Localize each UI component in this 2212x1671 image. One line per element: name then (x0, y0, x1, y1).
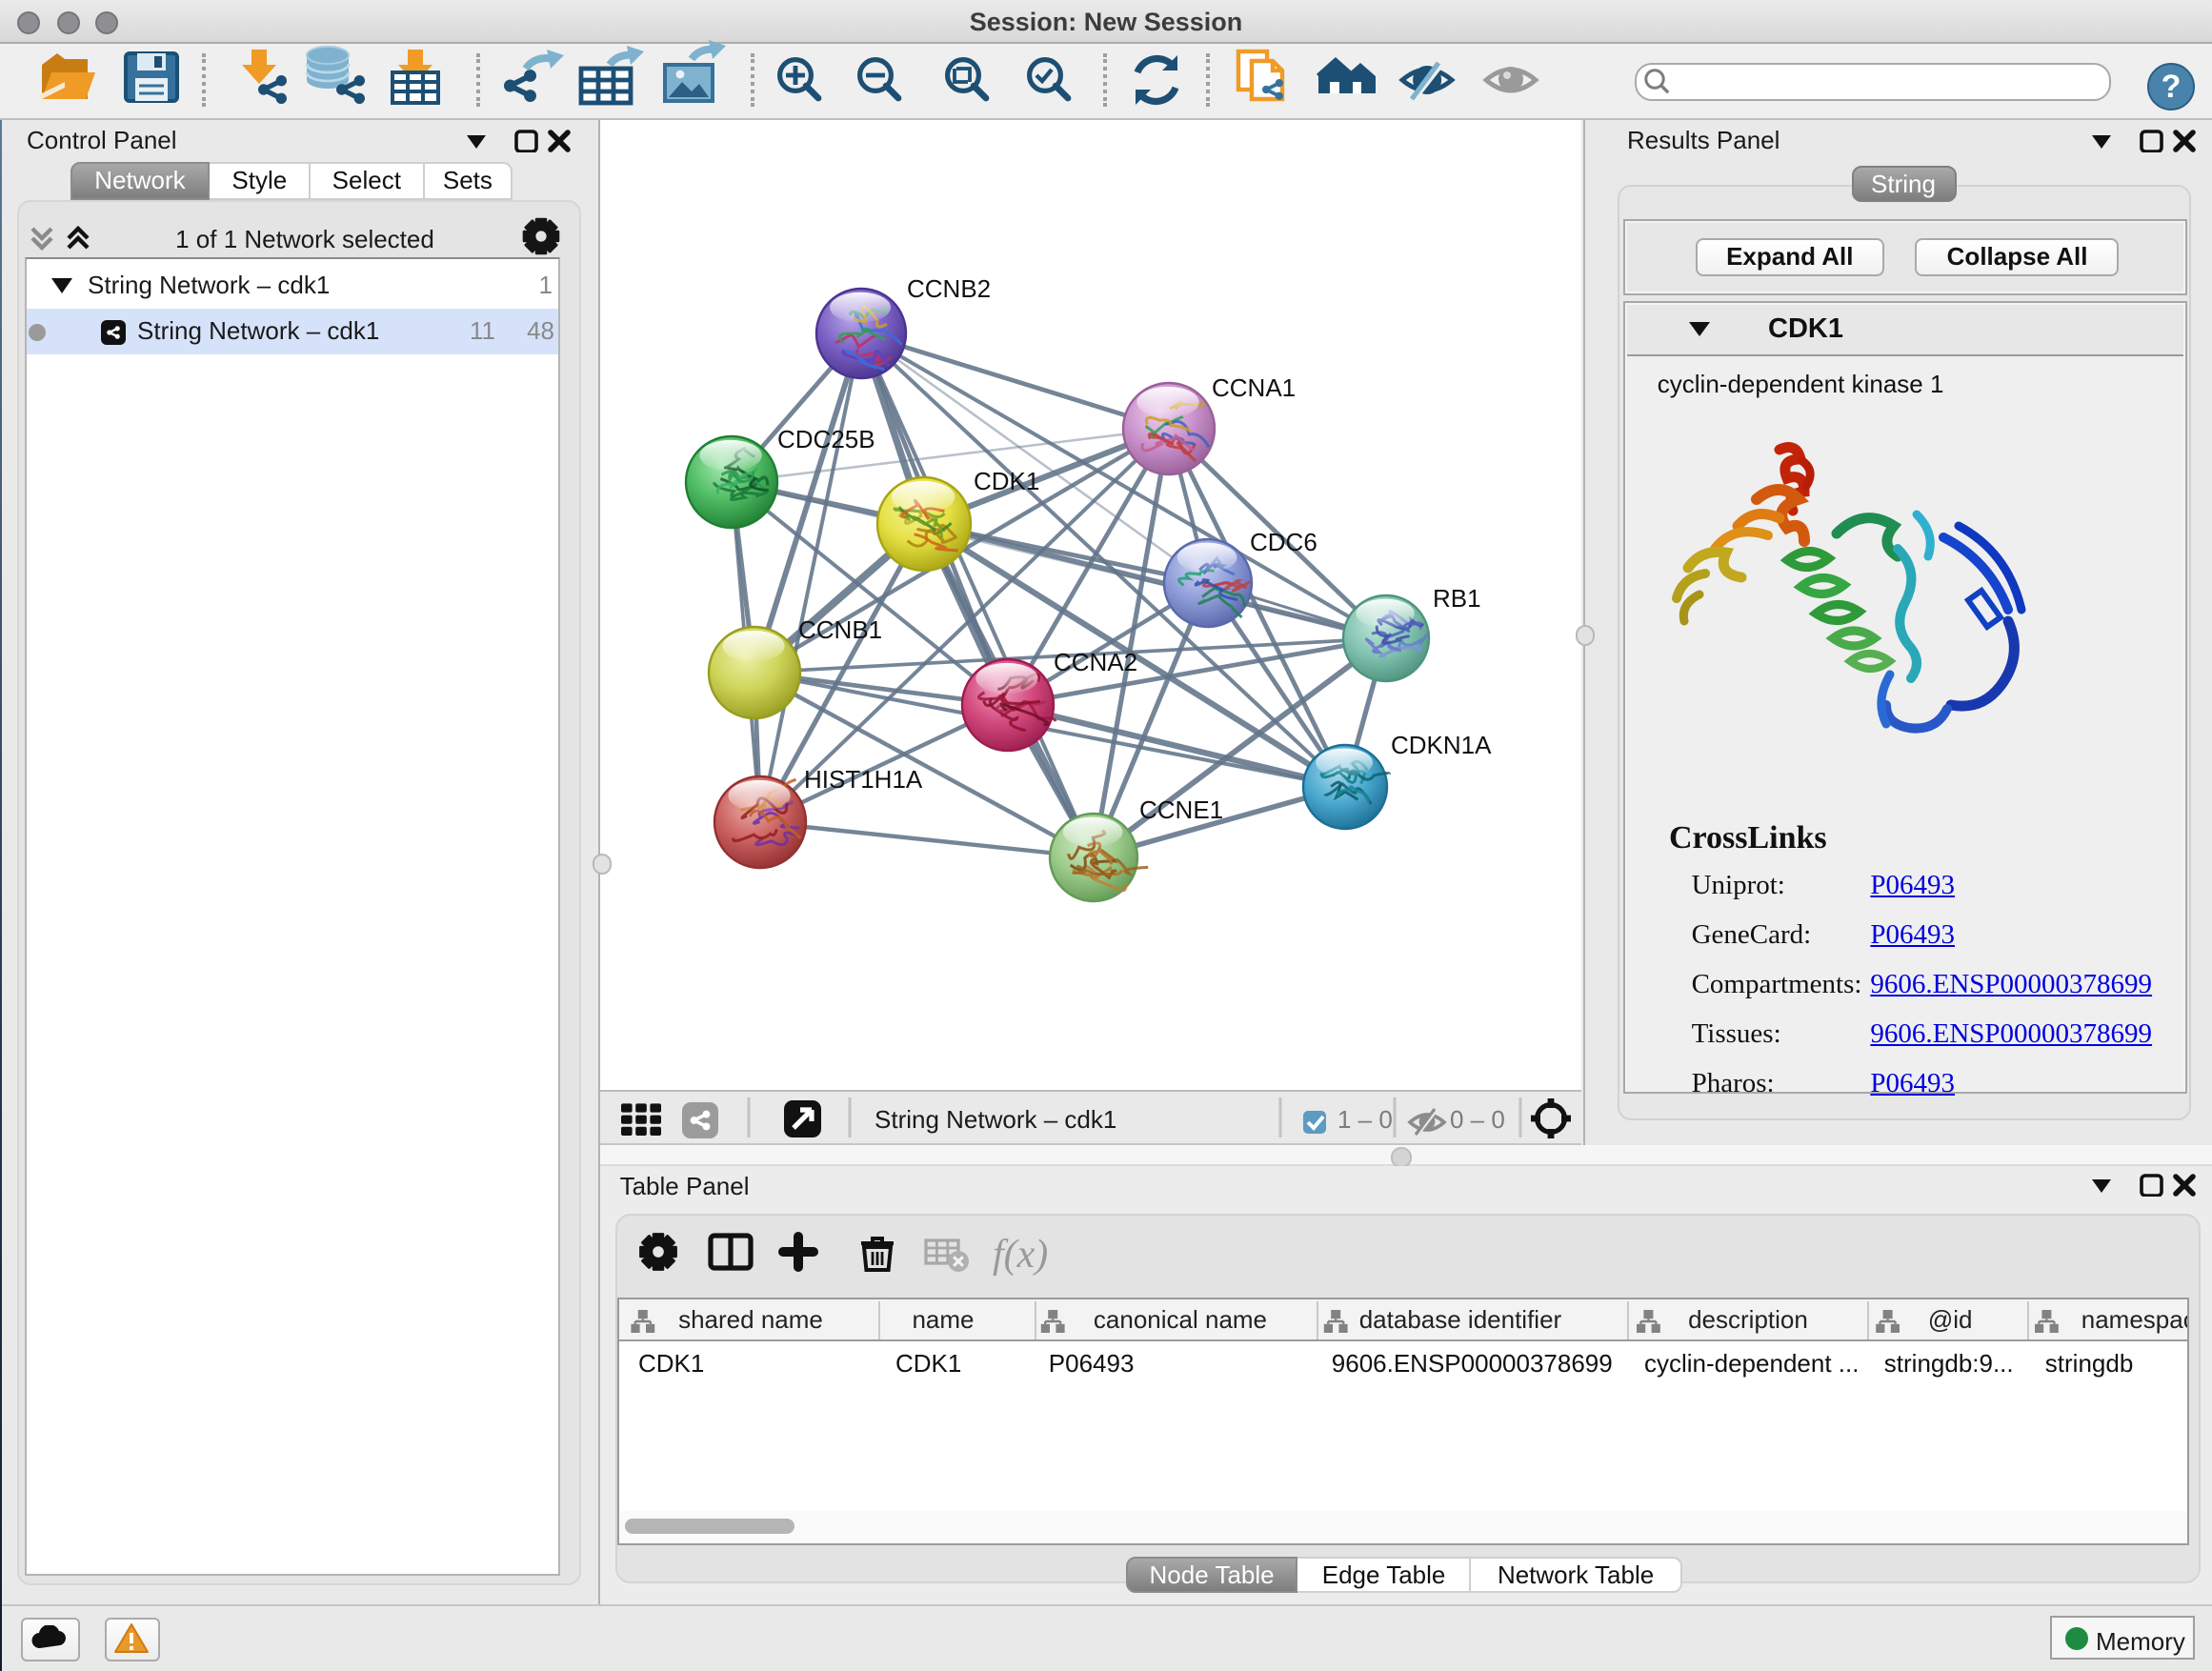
svg-text:CDC25B: CDC25B (777, 425, 875, 453)
svg-text:CCNA1: CCNA1 (1212, 373, 1296, 402)
svg-text:CCNA2: CCNA2 (1054, 648, 1137, 676)
svg-text:CCNB1: CCNB1 (798, 615, 882, 644)
svg-text:CCNE1: CCNE1 (1139, 795, 1223, 824)
svg-text:CDK1: CDK1 (974, 467, 1039, 495)
svg-text:CDC6: CDC6 (1250, 528, 1317, 556)
svg-text:RB1: RB1 (1433, 584, 1481, 613)
svg-text:CCNB2: CCNB2 (907, 274, 991, 303)
svg-text:CDKN1A: CDKN1A (1391, 731, 1492, 759)
svg-text:HIST1H1A: HIST1H1A (804, 765, 923, 794)
svg-text:f(x): f(x) (993, 1233, 1048, 1277)
